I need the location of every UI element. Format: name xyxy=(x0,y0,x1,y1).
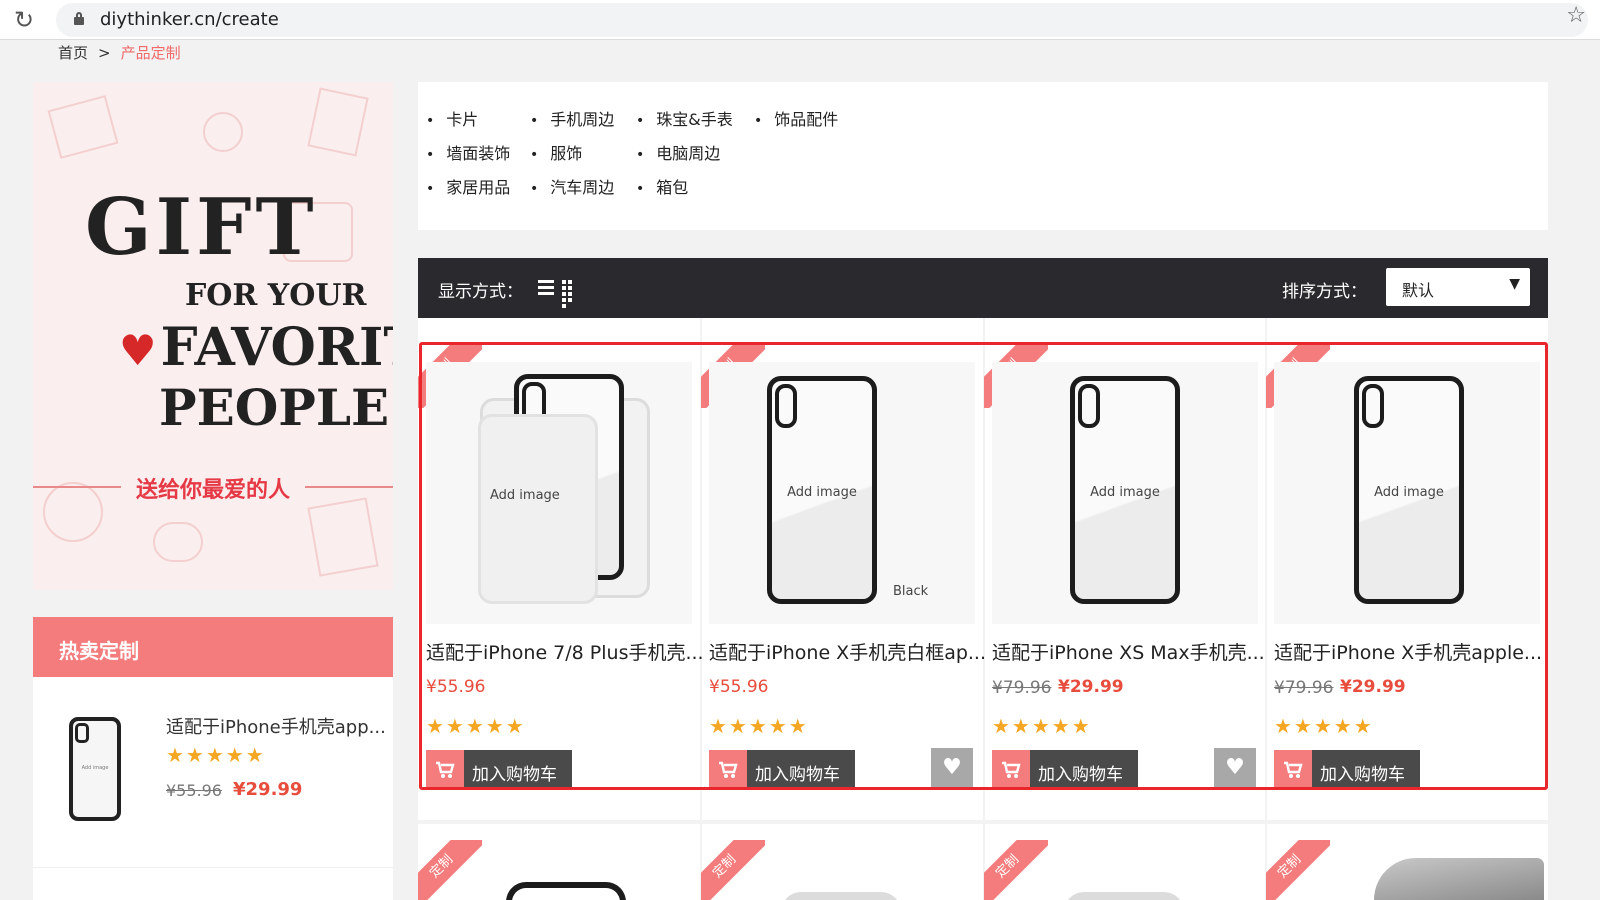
banner-headline-for-your: FOR YOUR xyxy=(185,278,367,313)
category-item[interactable]: 电脑周边 xyxy=(636,140,720,164)
category-item[interactable]: 饰品配件 xyxy=(754,106,838,130)
custom-ribbon: 定制 xyxy=(1266,840,1330,900)
custom-ribbon: 定制 xyxy=(418,840,482,900)
category-item[interactable]: 卡片 xyxy=(426,106,478,130)
product-card[interactable]: 定制 xyxy=(418,840,700,900)
chevron-down-icon: ▼ xyxy=(1509,276,1520,292)
hot-item-thumbnail[interactable]: Add image xyxy=(69,717,121,821)
category-panel: 卡片 手机周边 珠宝&手表 饰品配件 墙面装饰 服饰 电脑周边 家居用品 汽车周… xyxy=(418,82,1548,230)
breadcrumb: 首页 > 产品定制 xyxy=(58,42,181,63)
address-bar[interactable]: diythinker.cn/create xyxy=(56,3,1588,37)
divider xyxy=(33,867,393,868)
sort-select-value: 默认 xyxy=(1402,281,1435,300)
display-sort-toolbar: 显示方式： 排序方式： 默认 ▼ xyxy=(418,258,1548,318)
gift-banner[interactable]: GIFT FOR YOUR ♥FAVORITE♥ PEOPLE 送给你最爱的人 xyxy=(33,82,393,590)
reload-icon[interactable]: ↻ xyxy=(14,6,34,34)
sort-select[interactable]: 默认 ▼ xyxy=(1386,268,1530,306)
grid-view-icon[interactable] xyxy=(562,280,578,308)
breadcrumb-home[interactable]: 首页 xyxy=(58,44,88,62)
custom-ribbon: 定制 xyxy=(701,840,765,900)
bookmark-star-icon[interactable]: ☆ xyxy=(1566,3,1586,28)
display-mode-label: 显示方式： xyxy=(438,282,523,302)
selection-highlight xyxy=(419,342,1548,790)
breadcrumb-separator: > xyxy=(98,44,111,62)
hot-item-rating-stars: ★★★★★ xyxy=(166,743,266,767)
category-item[interactable]: 手机周边 xyxy=(530,106,614,130)
category-item[interactable]: 汽车周边 xyxy=(530,174,614,198)
category-item[interactable]: 家居用品 xyxy=(426,174,510,198)
heart-icon: ♥ xyxy=(119,326,157,375)
list-view-icon[interactable] xyxy=(538,280,554,296)
category-item[interactable]: 服饰 xyxy=(530,140,582,164)
lock-icon xyxy=(74,12,84,26)
sort-label: 排序方式： xyxy=(1282,282,1367,302)
breadcrumb-current[interactable]: 产品定制 xyxy=(121,44,181,62)
banner-headline-gift: GIFT xyxy=(85,182,318,273)
product-card[interactable]: 定制 xyxy=(701,840,983,900)
hot-item-name[interactable]: 适配于iPhone手机壳app... xyxy=(166,713,386,739)
category-item[interactable]: 珠宝&手表 xyxy=(636,106,732,130)
banner-caption: 送给你最爱的人 xyxy=(33,472,393,504)
hot-sellers-title: 热卖定制 xyxy=(33,617,393,677)
banner-headline-people: PEOPLE xyxy=(159,378,390,437)
hot-sellers-list: Add image 适配于iPhone手机壳app... ★★★★★ ¥55.9… xyxy=(33,677,393,900)
custom-ribbon: 定制 xyxy=(984,840,1048,900)
hot-item-thumb-text: Add image xyxy=(81,765,109,771)
banner-favorite-text: FAVORITE xyxy=(160,317,393,378)
category-item[interactable]: 箱包 xyxy=(636,174,688,198)
banner-headline-favorite: ♥FAVORITE♥ xyxy=(115,317,393,378)
hot-item-old-price: ¥55.96 xyxy=(166,781,222,800)
hot-item-price: ¥29.99 xyxy=(233,779,303,800)
product-image[interactable] xyxy=(1374,858,1544,900)
category-item[interactable]: 墙面装饰 xyxy=(426,140,510,164)
product-card[interactable]: 定制 xyxy=(984,840,1266,900)
browser-toolbar: ↻ diythinker.cn/create ☆ xyxy=(0,0,1600,40)
url-text: diythinker.cn/create xyxy=(100,9,279,30)
